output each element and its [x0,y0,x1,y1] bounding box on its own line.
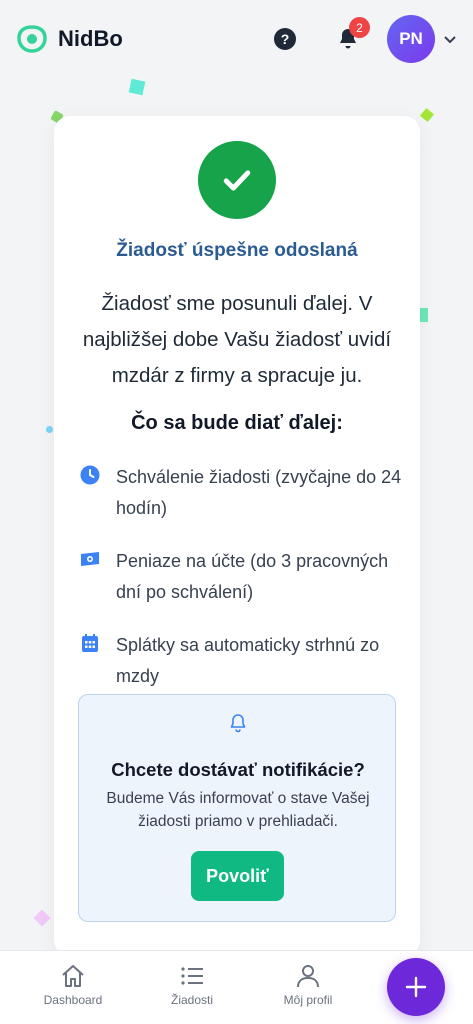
success-indicator [198,141,276,219]
confetti-piece [420,308,428,322]
nav-label: Dashboard [43,993,103,1007]
success-message: Žiadosť sme posunuli ďalej. V najbližšej… [82,292,392,387]
list-icon [181,967,203,985]
step-label: Splátky sa automaticky strhnú zo mzdy [116,635,380,686]
confetti-piece [33,909,51,927]
calendar-icon [82,634,98,652]
clock-icon [80,465,100,485]
notifications-button[interactable]: 2 [336,17,370,51]
nav-label: Môj profil [283,993,333,1007]
user-icon [297,965,319,988]
notification-prompt-title: Chcete dostávať notifikácie? [111,759,365,780]
success-title: Žiadosť úspešne odoslaná [116,240,358,261]
add-request-button[interactable] [387,958,445,1016]
nav-item-ziadosti[interactable]: Žiadosti [137,963,247,1007]
avatar[interactable]: PN [387,15,435,63]
next-steps-list: Schválenie žiadosti (zvyčajne do 24 hodí… [80,462,410,714]
notification-prompt: Chcete dostávať notifikácie? Budeme Vás … [78,694,396,922]
confetti-piece [46,426,53,433]
plus-icon [405,976,427,998]
nidbo-logo-icon [17,25,47,53]
nav-item-dashboard[interactable]: Dashboard [18,963,128,1007]
question-circle-icon[interactable]: ? [274,28,296,50]
step-label: Peniaze na účte (do 3 pracovných dní po … [116,551,389,602]
list-item: Peniaze na účte (do 3 pracovných dní po … [80,546,410,608]
nav-label: Žiadosti [170,993,214,1007]
nav-item-profile[interactable]: Môj profil [253,963,363,1007]
logo[interactable]: NidBo [16,23,123,55]
confirmation-card: Žiadosť úspešne odoslaná Žiadosť sme pos… [54,116,420,956]
confetti-piece [128,78,146,96]
list-item: Schválenie žiadosti (zvyčajne do 24 hodí… [80,462,410,524]
step-label: Schválenie žiadosti (zvyčajne do 24 hodí… [116,467,402,518]
chevron-down-icon[interactable] [443,32,457,46]
list-item: Splátky sa automaticky strhnú zo mzdy [80,630,410,692]
notification-count-badge: 2 [349,17,370,38]
notification-prompt-text: Budeme Vás informovať o stave Vašej žiad… [106,790,370,830]
allow-notifications-button[interactable]: Povoliť [191,851,284,901]
money-icon [81,552,99,566]
bell-outline-icon [230,714,246,733]
app-header: NidBo ? 2 PN [0,0,473,78]
next-steps-title: Čo sa bude diať ďalej: [131,412,343,434]
home-icon [62,965,84,987]
app-name: NidBo [58,26,123,51]
check-icon [223,170,251,191]
confetti-piece [419,107,435,123]
